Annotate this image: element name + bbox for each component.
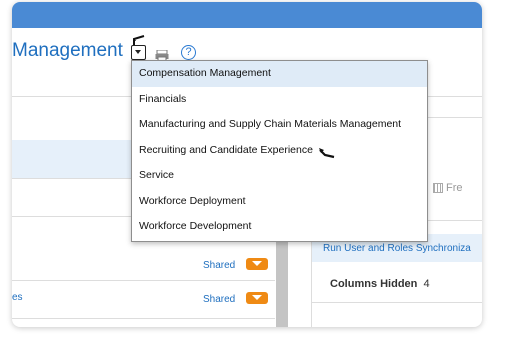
shared-label: Shared <box>203 294 236 305</box>
cursor-icon <box>319 148 335 159</box>
freeze-button-label[interactable]: Fre <box>446 182 463 194</box>
dropdown-item-financials[interactable]: Financials <box>132 87 427 113</box>
category-dropdown-menu: Compensation Management Financials Manuf… <box>131 60 428 242</box>
dropdown-item-service[interactable]: Service <box>132 163 427 189</box>
list-item-link[interactable]: es <box>12 292 23 303</box>
shared-menu-button[interactable] <box>246 292 268 304</box>
columns-hidden-label: Columns Hidden <box>330 278 418 290</box>
shared-menu-button[interactable] <box>246 258 268 270</box>
shared-label: Shared <box>203 260 236 271</box>
run-sync-link[interactable]: Run User and Roles Synchroniza <box>323 243 471 254</box>
freeze-icon[interactable] <box>433 183 443 193</box>
dropdown-item-compensation-management[interactable]: Compensation Management <box>132 61 427 87</box>
dropdown-toggle-icon[interactable] <box>131 45 146 60</box>
columns-hidden-count: 4 <box>423 278 430 290</box>
page-title: Management <box>12 40 123 61</box>
list-divider <box>12 280 275 281</box>
top-bar <box>12 2 482 28</box>
panel-divider <box>312 302 482 303</box>
help-icon[interactable]: ? <box>181 45 196 60</box>
columns-hidden-status: Columns Hidden 4 <box>330 278 430 290</box>
list-divider <box>12 318 275 319</box>
dropdown-item-manufacturing-supply-chain[interactable]: Manufacturing and Supply Chain Materials… <box>132 112 427 138</box>
dropdown-item-recruiting[interactable]: Recruiting and Candidate Experience <box>132 138 427 164</box>
dropdown-item-workforce-development[interactable]: Workforce Development <box>132 214 427 240</box>
dropdown-item-workforce-deployment[interactable]: Workforce Deployment <box>132 189 427 215</box>
